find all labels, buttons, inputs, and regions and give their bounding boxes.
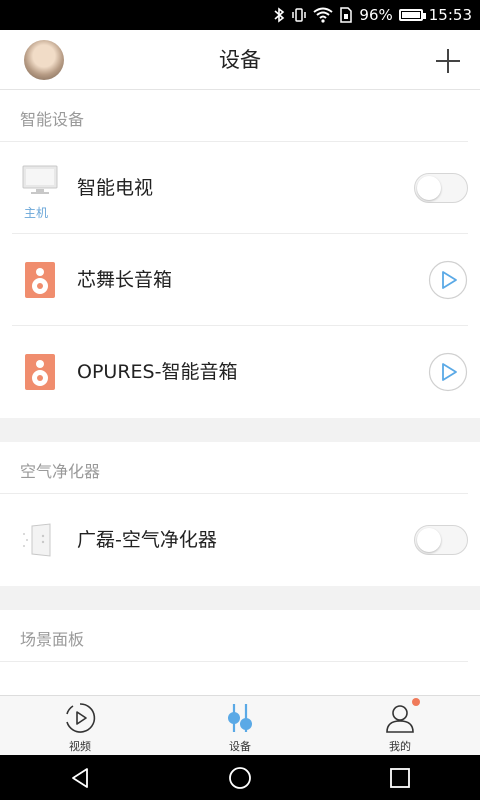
sim-icon	[340, 7, 353, 23]
tv-icon	[22, 165, 58, 194]
device-label: 广磊-空气净化器	[77, 529, 217, 551]
bluetooth-icon	[274, 7, 285, 23]
section-title: 空气净化器	[0, 442, 468, 494]
status-bar: 96% 15:53	[0, 0, 480, 30]
tv-power-toggle[interactable]	[414, 173, 468, 203]
battery-icon	[398, 9, 426, 21]
notification-badge	[412, 698, 420, 706]
home-icon[interactable]	[227, 765, 253, 791]
toggle-knob	[417, 176, 441, 200]
device-label: 芯舞长音箱	[77, 269, 173, 291]
play-button[interactable]	[428, 352, 468, 392]
status-icons: 96% 15:53	[273, 6, 472, 24]
nav-tab-me[interactable]: 我的	[320, 696, 480, 755]
device-label: OPURES-智能音箱	[77, 361, 238, 383]
recent-apps-icon[interactable]	[387, 765, 413, 791]
device-row-smart-tv[interactable]: 主机 智能电视	[12, 142, 468, 234]
play-button[interactable]	[428, 260, 468, 300]
device-row-air-purifier[interactable]: 广磊-空气净化器	[12, 494, 468, 586]
air-purifier-icon	[23, 523, 51, 557]
scene-panel-list	[0, 662, 480, 695]
section-divider	[0, 586, 480, 610]
section-scene-panel: 场景面板	[0, 610, 480, 695]
battery-percent: 96%	[359, 6, 393, 24]
device-row-opures-speaker[interactable]: OPURES-智能音箱	[12, 326, 468, 418]
system-nav-bar	[0, 755, 480, 800]
device-list: 智能设备 主机 智能电视 芯舞长音箱 OPURES-智能音箱 空气净化器 广磊-…	[0, 90, 480, 695]
device-slider-icon	[228, 704, 252, 732]
section-smart-devices: 智能设备 主机 智能电视 芯舞长音箱 OPURES-智能音箱	[0, 90, 480, 418]
toggle-knob	[417, 528, 441, 552]
purifier-power-toggle[interactable]	[414, 525, 468, 555]
tv-host-label: 主机	[24, 206, 49, 220]
nav-label: 视频	[69, 740, 91, 753]
user-icon	[386, 705, 414, 733]
nav-tab-video[interactable]: 视频	[0, 696, 160, 755]
back-icon[interactable]	[67, 765, 93, 791]
section-title: 智能设备	[0, 90, 468, 142]
section-title: 场景面板	[0, 610, 468, 662]
device-label: 智能电视	[77, 177, 154, 199]
wifi-icon	[313, 7, 334, 23]
nav-tab-devices[interactable]: 设备	[160, 696, 320, 755]
video-play-icon	[66, 703, 96, 733]
bottom-nav: 视频 设备 我的	[0, 695, 480, 755]
section-divider	[0, 418, 480, 442]
speaker-icon	[25, 354, 55, 390]
speaker-icon	[25, 262, 55, 298]
device-row-speaker[interactable]: 芯舞长音箱	[12, 234, 468, 326]
app-header: 设备	[0, 30, 480, 90]
page-title: 设备	[219, 48, 261, 72]
add-device-button[interactable]	[434, 47, 462, 75]
section-air-purifier: 空气净化器 广磊-空气净化器	[0, 442, 480, 586]
nav-label: 设备	[229, 740, 251, 753]
vibrate-icon	[292, 8, 307, 22]
clock: 15:53	[428, 6, 472, 24]
nav-label: 我的	[389, 740, 411, 753]
